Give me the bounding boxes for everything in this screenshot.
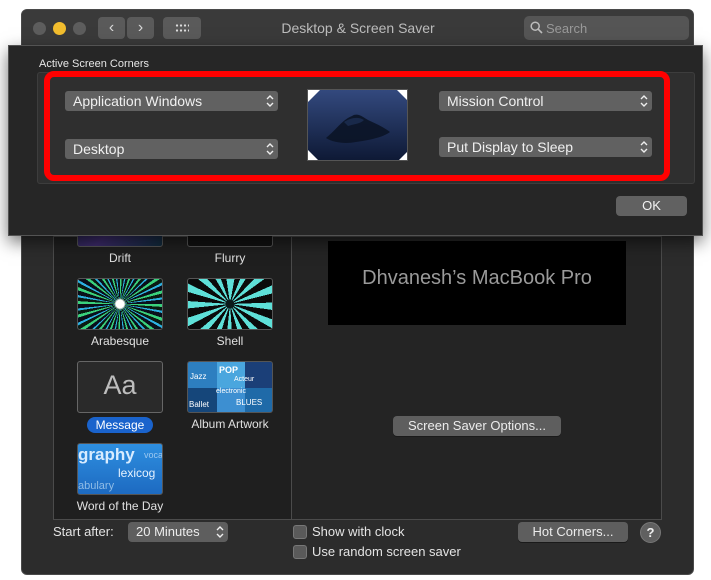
- screen-saver-label: Flurry: [214, 251, 246, 265]
- random-screen-saver-checkbox[interactable]: [293, 545, 307, 559]
- top-right-corner-value: Mission Control: [447, 93, 544, 109]
- screen-saver-label: Drift: [109, 251, 131, 265]
- up-down-chevron-icon: [216, 526, 224, 538]
- close-window-button[interactable]: [33, 22, 46, 35]
- catalina-island-image: [308, 90, 407, 160]
- screen-saver-word-of-the-day[interactable]: graphy voca lexicog abulary Word of the …: [72, 443, 168, 513]
- hot-corners-button[interactable]: Hot Corners...: [518, 522, 628, 542]
- back-button[interactable]: ‹: [98, 17, 125, 39]
- album-word: Jazz: [190, 372, 207, 381]
- message-thumbnail-icon: Aa: [77, 361, 163, 413]
- start-after-popup[interactable]: 20 Minutes: [128, 522, 228, 542]
- message-thumb-text: Aa: [103, 370, 137, 400]
- bottom-right-corner-select[interactable]: Put Display to Sleep: [439, 137, 652, 157]
- show-with-clock-checkbox[interactable]: [293, 525, 307, 539]
- up-down-chevron-icon: [266, 95, 274, 107]
- bottom-left-corner-value: Desktop: [73, 141, 125, 157]
- word-tile: abulary: [78, 480, 115, 492]
- album-artwork-thumbnail-icon: POP Acteur electronic BLUES Ballet Jazz: [187, 361, 273, 413]
- word-tile: voca: [144, 450, 163, 460]
- search-icon: [530, 21, 543, 34]
- zoom-window-button[interactable]: [73, 22, 86, 35]
- screen-saver-label-selected: Message: [86, 417, 154, 433]
- screen-saver-options-button[interactable]: Screen Saver Options...: [393, 416, 561, 436]
- sheet-title: Active Screen Corners: [39, 58, 150, 70]
- screen-saver-album-artwork[interactable]: POP Acteur electronic BLUES Ballet Jazz …: [182, 361, 278, 431]
- up-down-chevron-icon: [640, 141, 648, 153]
- screen-saver-message[interactable]: Aa Message: [72, 361, 168, 434]
- preview-pane: Dhvanesh’s MacBook Pro Screen Saver Opti…: [291, 236, 662, 520]
- screen-saver-arabesque[interactable]: Arabesque: [72, 278, 168, 348]
- word-tile: lexicog: [118, 466, 156, 480]
- title-bar: ‹ › Desktop & Screen Saver: [22, 10, 693, 47]
- start-after-value: 20 Minutes: [136, 524, 200, 539]
- hot-corners-sheet: Active Screen Corners Application Window…: [8, 45, 703, 236]
- album-word: POP: [219, 365, 239, 375]
- ok-button[interactable]: OK: [616, 196, 687, 216]
- shell-thumbnail-icon: [187, 278, 273, 330]
- top-left-corner-value: Application Windows: [73, 93, 203, 109]
- screen-saver-label: Shell: [216, 334, 244, 348]
- show-all-button[interactable]: [163, 17, 201, 39]
- window-title: Desktop & Screen Saver: [281, 20, 435, 36]
- random-screen-saver-label: Use random screen saver: [312, 544, 461, 559]
- forward-button[interactable]: ›: [127, 17, 154, 39]
- word-tile: graphy: [78, 445, 135, 464]
- screen-saver-label: Arabesque: [90, 334, 150, 348]
- grid-icon: [175, 23, 189, 33]
- start-after-label: Start after:: [53, 524, 114, 539]
- screen-saver-list[interactable]: Drift Flurry Arabesque Shell Aa Message: [53, 195, 291, 520]
- help-button[interactable]: ?: [640, 522, 661, 543]
- bottom-left-corner-select[interactable]: Desktop: [65, 139, 278, 159]
- screen-saver-label: Album Artwork: [191, 417, 269, 431]
- screen-saver-label: Word of the Day: [76, 499, 164, 513]
- top-right-corner-select[interactable]: Mission Control: [439, 91, 652, 111]
- screen-saver-shell[interactable]: Shell: [182, 278, 278, 348]
- show-with-clock-label: Show with clock: [312, 524, 405, 539]
- arabesque-thumbnail-icon: [77, 278, 163, 330]
- preview-screen: Dhvanesh’s MacBook Pro: [328, 241, 626, 325]
- up-down-chevron-icon: [640, 95, 648, 107]
- album-word: electronic: [216, 388, 246, 395]
- album-word: Acteur: [234, 376, 255, 383]
- up-down-chevron-icon: [266, 143, 274, 155]
- preview-message-text: Dhvanesh’s MacBook Pro: [362, 267, 592, 289]
- word-of-the-day-thumbnail-icon: graphy voca lexicog abulary: [77, 443, 163, 495]
- bottom-right-corner-value: Put Display to Sleep: [447, 139, 574, 155]
- top-left-corner-select[interactable]: Application Windows: [65, 91, 278, 111]
- album-word: BLUES: [236, 398, 263, 407]
- minimize-window-button[interactable]: [53, 22, 66, 35]
- desktop-wallpaper-preview: [307, 89, 408, 161]
- search-field[interactable]: [524, 16, 689, 40]
- search-input[interactable]: [546, 18, 684, 38]
- album-word: Ballet: [189, 400, 210, 409]
